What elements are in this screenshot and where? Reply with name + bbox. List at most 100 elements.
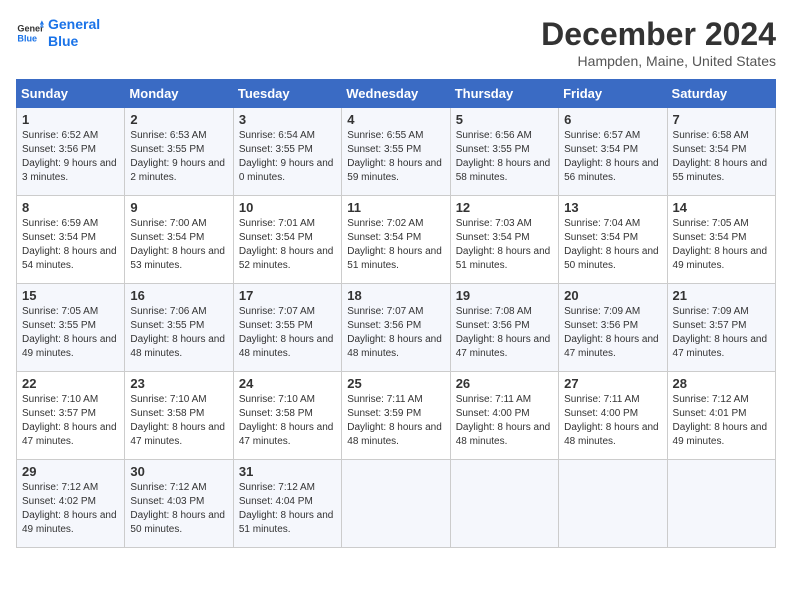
cell-content: Sunrise: 7:01 AMSunset: 3:54 PMDaylight:… [239,217,336,273]
day-number: 21 [673,288,770,303]
cell-content: Sunrise: 7:03 AMSunset: 3:54 PMDaylight:… [456,217,553,273]
day-number: 12 [456,200,553,215]
col-header-sunday: Sunday [17,80,125,108]
page-header: General Blue General Blue December 2024 … [16,16,776,69]
cell-content: Sunrise: 6:58 AMSunset: 3:54 PMDaylight:… [673,129,770,185]
calendar-cell: 15 Sunrise: 7:05 AMSunset: 3:55 PMDayligh… [17,284,125,372]
cell-content: Sunrise: 6:57 AMSunset: 3:54 PMDaylight:… [564,129,661,185]
calendar-cell: 9 Sunrise: 7:00 AMSunset: 3:54 PMDaylight… [125,196,233,284]
calendar-cell: 14 Sunrise: 7:05 AMSunset: 3:54 PMDayligh… [667,196,775,284]
day-number: 15 [22,288,119,303]
day-number: 19 [456,288,553,303]
cell-content: Sunrise: 7:11 AMSunset: 3:59 PMDaylight:… [347,393,444,449]
col-header-monday: Monday [125,80,233,108]
day-number: 16 [130,288,227,303]
cell-content: Sunrise: 7:09 AMSunset: 3:57 PMDaylight:… [673,305,770,361]
header-row: SundayMondayTuesdayWednesdayThursdayFrid… [17,80,776,108]
calendar-cell [667,460,775,548]
day-number: 2 [130,112,227,127]
calendar-cell [450,460,558,548]
calendar-cell: 25 Sunrise: 7:11 AMSunset: 3:59 PMDayligh… [342,372,450,460]
cell-content: Sunrise: 7:12 AMSunset: 4:04 PMDaylight:… [239,481,336,537]
cell-content: Sunrise: 7:05 AMSunset: 3:54 PMDaylight:… [673,217,770,273]
calendar-cell: 21 Sunrise: 7:09 AMSunset: 3:57 PMDayligh… [667,284,775,372]
cell-content: Sunrise: 7:10 AMSunset: 3:58 PMDaylight:… [239,393,336,449]
day-number: 14 [673,200,770,215]
day-number: 10 [239,200,336,215]
day-number: 27 [564,376,661,391]
cell-content: Sunrise: 6:55 AMSunset: 3:55 PMDaylight:… [347,129,444,185]
cell-content: Sunrise: 7:02 AMSunset: 3:54 PMDaylight:… [347,217,444,273]
calendar-cell: 17Sunrise: 7:07 AMSunset: 3:55 PMDayligh… [233,284,341,372]
calendar-cell: 10 Sunrise: 7:01 AMSunset: 3:54 PMDayligh… [233,196,341,284]
day-number: 6 [564,112,661,127]
day-number: 4 [347,112,444,127]
calendar-cell: 31 Sunrise: 7:12 AMSunset: 4:04 PMDayligh… [233,460,341,548]
calendar-cell: 5 Sunrise: 6:56 AMSunset: 3:55 PMDaylight… [450,108,558,196]
calendar-cell: 29 Sunrise: 7:12 AMSunset: 4:02 PMDayligh… [17,460,125,548]
calendar-cell: 20 Sunrise: 7:09 AMSunset: 3:56 PMDayligh… [559,284,667,372]
col-header-thursday: Thursday [450,80,558,108]
calendar-cell: 7Sunrise: 6:58 AMSunset: 3:54 PMDaylight… [667,108,775,196]
day-number: 20 [564,288,661,303]
calendar-cell [559,460,667,548]
month-title: December 2024 [541,16,776,53]
day-number: 24 [239,376,336,391]
day-number: 31 [239,464,336,479]
day-number: 5 [456,112,553,127]
calendar-cell: 16Sunrise: 7:06 AMSunset: 3:55 PMDayligh… [125,284,233,372]
cell-content: Sunrise: 7:08 AMSunset: 3:56 PMDaylight:… [456,305,553,361]
calendar-cell: 23Sunrise: 7:10 AMSunset: 3:58 PMDayligh… [125,372,233,460]
cell-content: Sunrise: 7:07 AMSunset: 3:56 PMDaylight:… [347,305,444,361]
cell-content: Sunrise: 7:09 AMSunset: 3:56 PMDaylight:… [564,305,661,361]
cell-content: Sunrise: 7:10 AMSunset: 3:57 PMDaylight:… [22,393,119,449]
cell-content: Sunrise: 7:04 AMSunset: 3:54 PMDaylight:… [564,217,661,273]
calendar-cell: 28 Sunrise: 7:12 AMSunset: 4:01 PMDayligh… [667,372,775,460]
day-number: 11 [347,200,444,215]
day-number: 28 [673,376,770,391]
calendar-cell: 27 Sunrise: 7:11 AMSunset: 4:00 PMDayligh… [559,372,667,460]
day-number: 23 [130,376,227,391]
col-header-tuesday: Tuesday [233,80,341,108]
cell-content: Sunrise: 7:07 AMSunset: 3:55 PMDaylight:… [239,305,336,361]
day-number: 22 [22,376,119,391]
cell-content: Sunrise: 6:54 AMSunset: 3:55 PMDaylight:… [239,129,336,185]
logo-text: General Blue [48,16,100,50]
day-number: 1 [22,112,119,127]
day-number: 18 [347,288,444,303]
calendar-cell [342,460,450,548]
cell-content: Sunrise: 7:12 AMSunset: 4:02 PMDaylight:… [22,481,119,537]
cell-content: Sunrise: 7:05 AMSunset: 3:55 PMDaylight:… [22,305,119,361]
day-number: 13 [564,200,661,215]
calendar-cell: 22 Sunrise: 7:10 AMSunset: 3:57 PMDayligh… [17,372,125,460]
day-number: 26 [456,376,553,391]
calendar-cell: 18 Sunrise: 7:07 AMSunset: 3:56 PMDayligh… [342,284,450,372]
day-number: 9 [130,200,227,215]
cell-content: Sunrise: 6:56 AMSunset: 3:55 PMDaylight:… [456,129,553,185]
calendar-cell: 13 Sunrise: 7:04 AMSunset: 3:54 PMDayligh… [559,196,667,284]
day-number: 25 [347,376,444,391]
calendar-cell: 30Sunrise: 7:12 AMSunset: 4:03 PMDayligh… [125,460,233,548]
week-row-4: 22 Sunrise: 7:10 AMSunset: 3:57 PMDayligh… [17,372,776,460]
calendar-cell: 1Sunrise: 6:52 AMSunset: 3:56 PMDaylight… [17,108,125,196]
cell-content: Sunrise: 7:12 AMSunset: 4:03 PMDaylight:… [130,481,227,537]
calendar-table: SundayMondayTuesdayWednesdayThursdayFrid… [16,79,776,548]
calendar-cell: 12 Sunrise: 7:03 AMSunset: 3:54 PMDayligh… [450,196,558,284]
calendar-cell: 6 Sunrise: 6:57 AMSunset: 3:54 PMDaylight… [559,108,667,196]
day-number: 3 [239,112,336,127]
col-header-wednesday: Wednesday [342,80,450,108]
calendar-cell: 3 Sunrise: 6:54 AMSunset: 3:55 PMDaylight… [233,108,341,196]
cell-content: Sunrise: 7:00 AMSunset: 3:54 PMDaylight:… [130,217,227,273]
cell-content: Sunrise: 6:53 AMSunset: 3:55 PMDaylight:… [130,129,227,185]
day-number: 29 [22,464,119,479]
svg-text:General: General [17,23,44,33]
calendar-cell: 8Sunrise: 6:59 AMSunset: 3:54 PMDaylight… [17,196,125,284]
week-row-1: 1Sunrise: 6:52 AMSunset: 3:56 PMDaylight… [17,108,776,196]
cell-content: Sunrise: 7:11 AMSunset: 4:00 PMDaylight:… [564,393,661,449]
calendar-cell: 2 Sunrise: 6:53 AMSunset: 3:55 PMDaylight… [125,108,233,196]
day-number: 8 [22,200,119,215]
cell-content: Sunrise: 7:11 AMSunset: 4:00 PMDaylight:… [456,393,553,449]
col-header-friday: Friday [559,80,667,108]
week-row-2: 8Sunrise: 6:59 AMSunset: 3:54 PMDaylight… [17,196,776,284]
cell-content: Sunrise: 7:12 AMSunset: 4:01 PMDaylight:… [673,393,770,449]
